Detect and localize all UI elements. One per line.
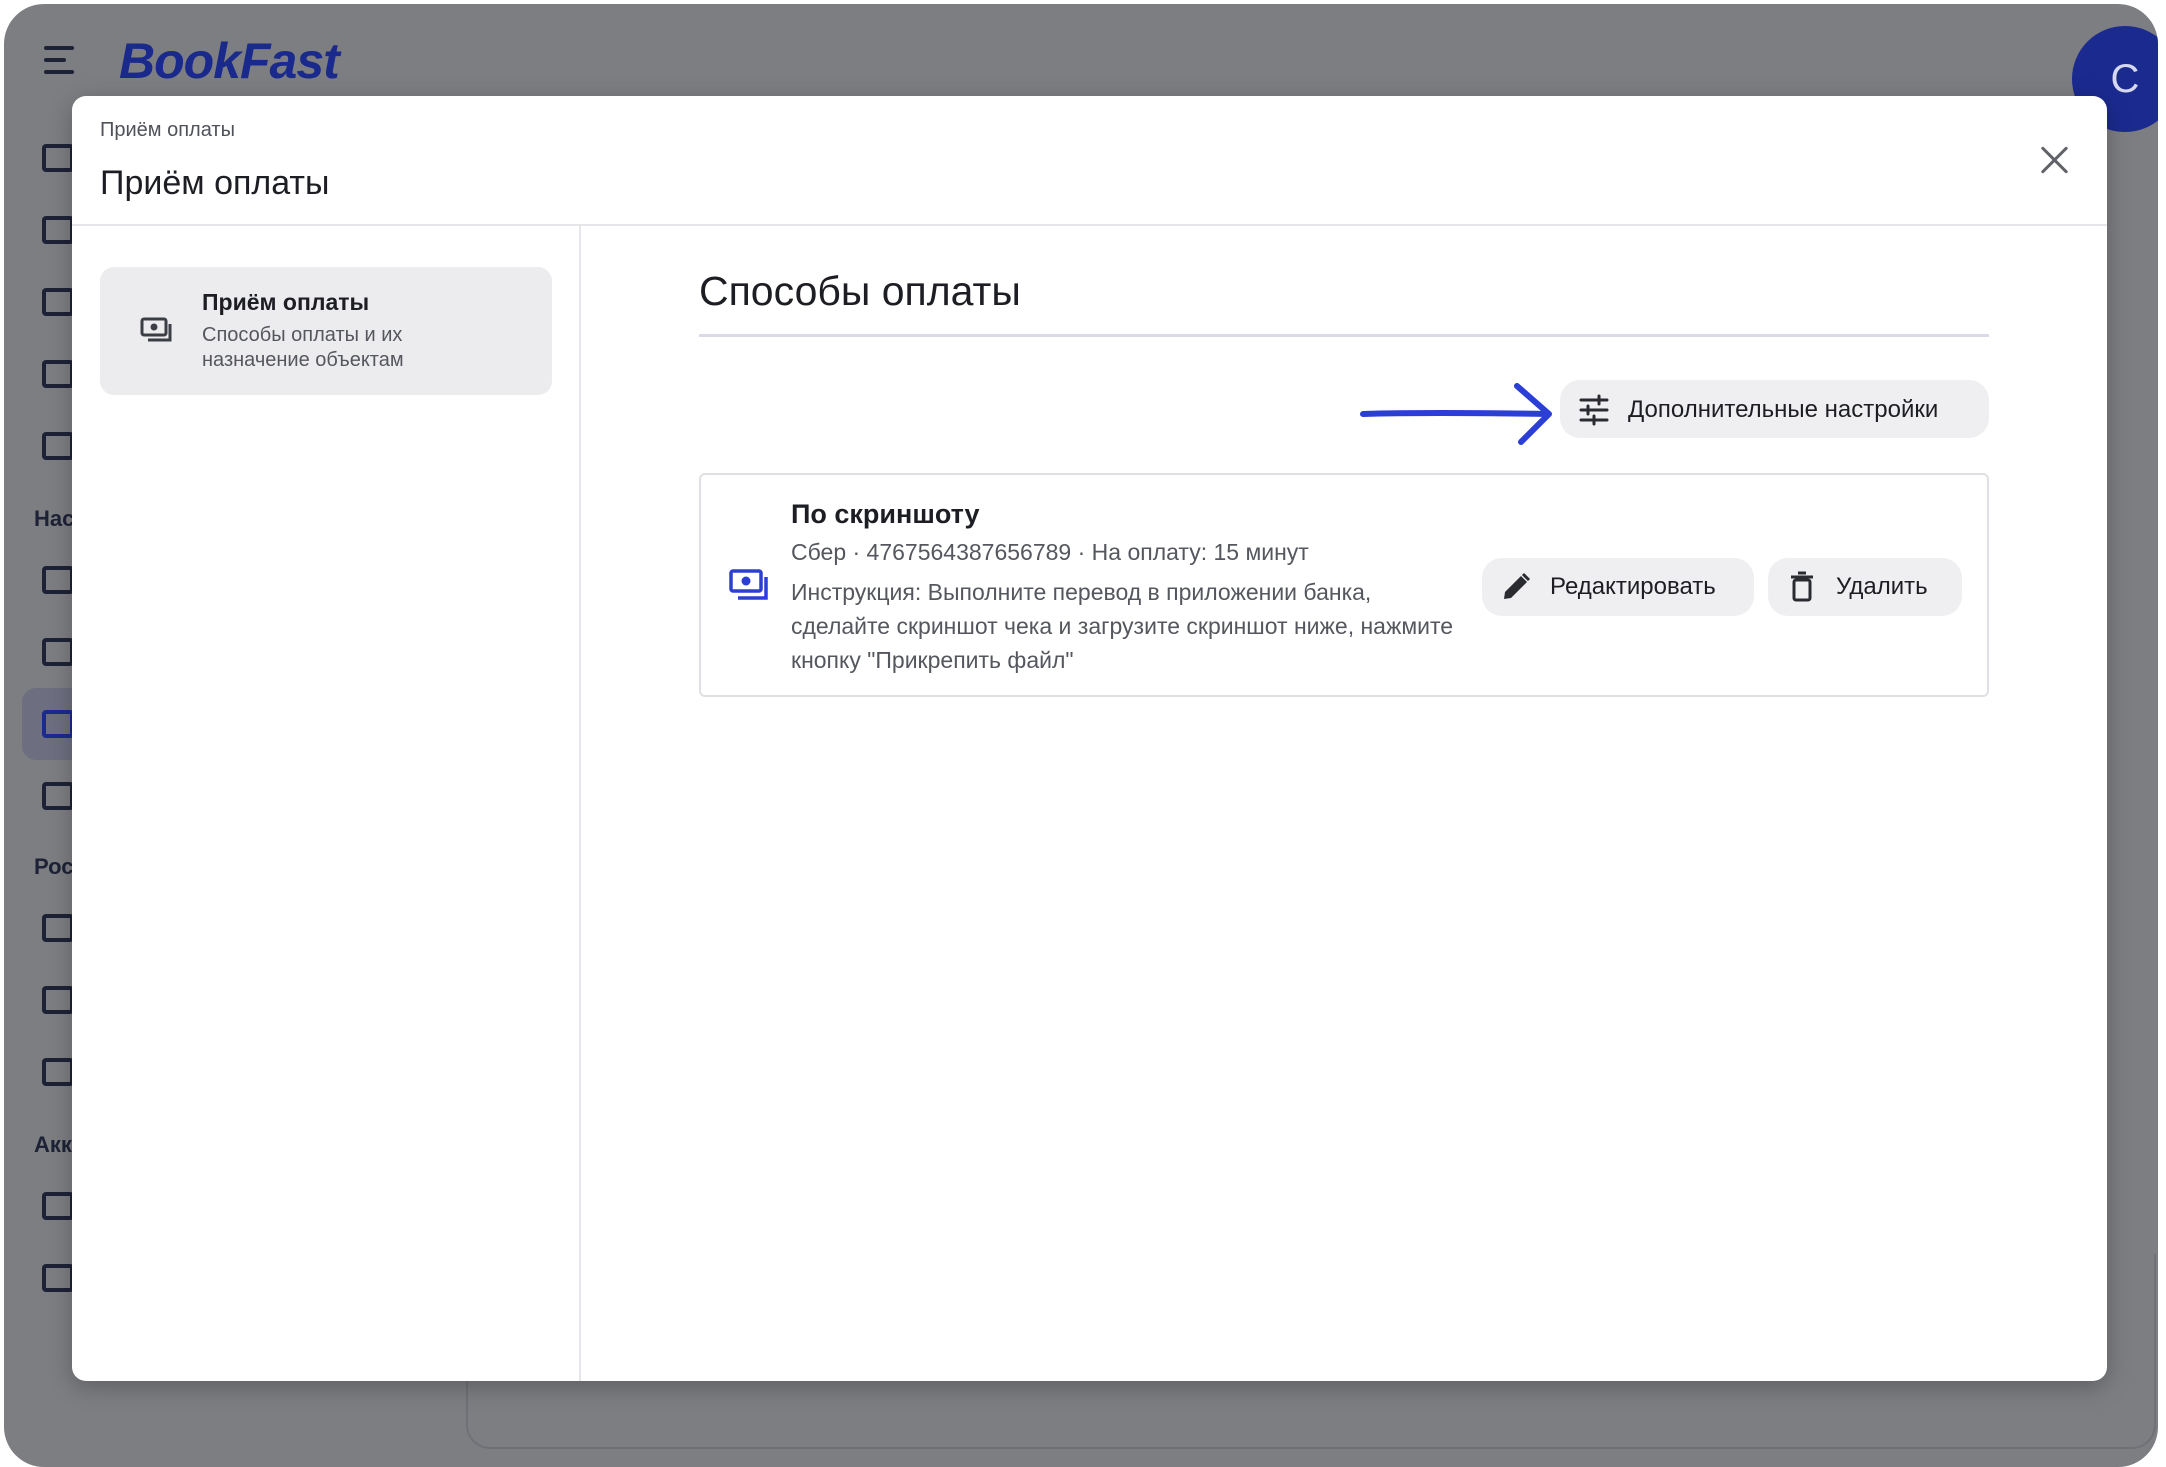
sidebar-layout-icon[interactable] bbox=[42, 144, 74, 172]
sidebar-tag-icon[interactable] bbox=[42, 914, 74, 942]
delete-label: Удалить bbox=[1836, 573, 1928, 600]
breadcrumb: Приём оплаты bbox=[100, 119, 235, 141]
sidebar-chat-icon[interactable] bbox=[42, 432, 74, 460]
sidebar-card-icon[interactable] bbox=[42, 1264, 74, 1292]
modal-header: Приём оплаты Приём оплаты bbox=[72, 96, 2107, 226]
sidebar-section-label: Нас bbox=[34, 506, 75, 531]
payment-method-instruction: Инструкция: Выполните перевод в приложен… bbox=[791, 579, 1454, 673]
payment-method-card: По скриншоту Сбер · 4767564387656789 · Н… bbox=[699, 473, 1989, 697]
advanced-settings-button[interactable]: Дополнительные настройки bbox=[1560, 380, 1989, 438]
sidebar-network-icon[interactable] bbox=[42, 638, 74, 666]
trash-icon bbox=[1791, 571, 1813, 602]
payment-icon bbox=[140, 317, 172, 342]
close-icon[interactable] bbox=[2034, 140, 2074, 180]
sidebar-section-label: Рос bbox=[34, 854, 74, 879]
sidebar-party-icon[interactable] bbox=[42, 1058, 74, 1086]
payment-method-icon bbox=[729, 569, 768, 600]
delete-button[interactable]: Удалить bbox=[1768, 558, 1962, 616]
sidebar-door-icon[interactable] bbox=[42, 566, 74, 594]
edit-label: Редактировать bbox=[1550, 573, 1716, 600]
edit-button[interactable]: Редактировать bbox=[1482, 558, 1754, 616]
sidebar-book-icon[interactable] bbox=[42, 288, 74, 316]
section-title: Способы оплаты bbox=[699, 268, 1021, 314]
logo: BookFast bbox=[119, 33, 340, 89]
nav-item-subtitle: Способы оплаты и их назначение объектам bbox=[202, 324, 404, 371]
app-window: BookFast C Нас Рос Акк Приём оплаты Приё… bbox=[4, 4, 2158, 1467]
tune-icon bbox=[1579, 394, 1609, 426]
sidebar-users-icon[interactable] bbox=[42, 360, 74, 388]
menu-toggle-icon[interactable] bbox=[44, 46, 84, 76]
payment-method-name: По скриншоту bbox=[791, 499, 980, 529]
section-divider bbox=[699, 334, 1989, 337]
sidebar-payment-icon[interactable] bbox=[42, 710, 74, 738]
sidebar-section-label: Акк bbox=[34, 1132, 72, 1157]
sidebar-settings-icon[interactable] bbox=[42, 1192, 74, 1220]
pencil-icon bbox=[1504, 572, 1531, 599]
advanced-settings-label: Дополнительные настройки bbox=[1628, 396, 1939, 423]
nav-item-payment[interactable]: Приём оплаты Способы оплаты и их назначе… bbox=[100, 267, 552, 395]
modal-title: Приём оплаты bbox=[100, 164, 330, 202]
nav-item-title: Приём оплаты bbox=[202, 289, 370, 315]
sidebar-store-icon[interactable] bbox=[42, 986, 74, 1014]
sidebar-table-icon[interactable] bbox=[42, 782, 74, 810]
arrow-annotation-icon bbox=[1360, 383, 1552, 445]
sidebar-dashboard-icon[interactable] bbox=[42, 216, 74, 244]
payment-modal: Приём оплаты Приём оплаты Приём оплаты С… bbox=[72, 96, 2107, 1381]
modal-nav-pane: Приём оплаты Способы оплаты и их назначе… bbox=[72, 226, 581, 1381]
payment-method-meta: Сбер · 4767564387656789 · На оплату: 15 … bbox=[791, 539, 1309, 565]
